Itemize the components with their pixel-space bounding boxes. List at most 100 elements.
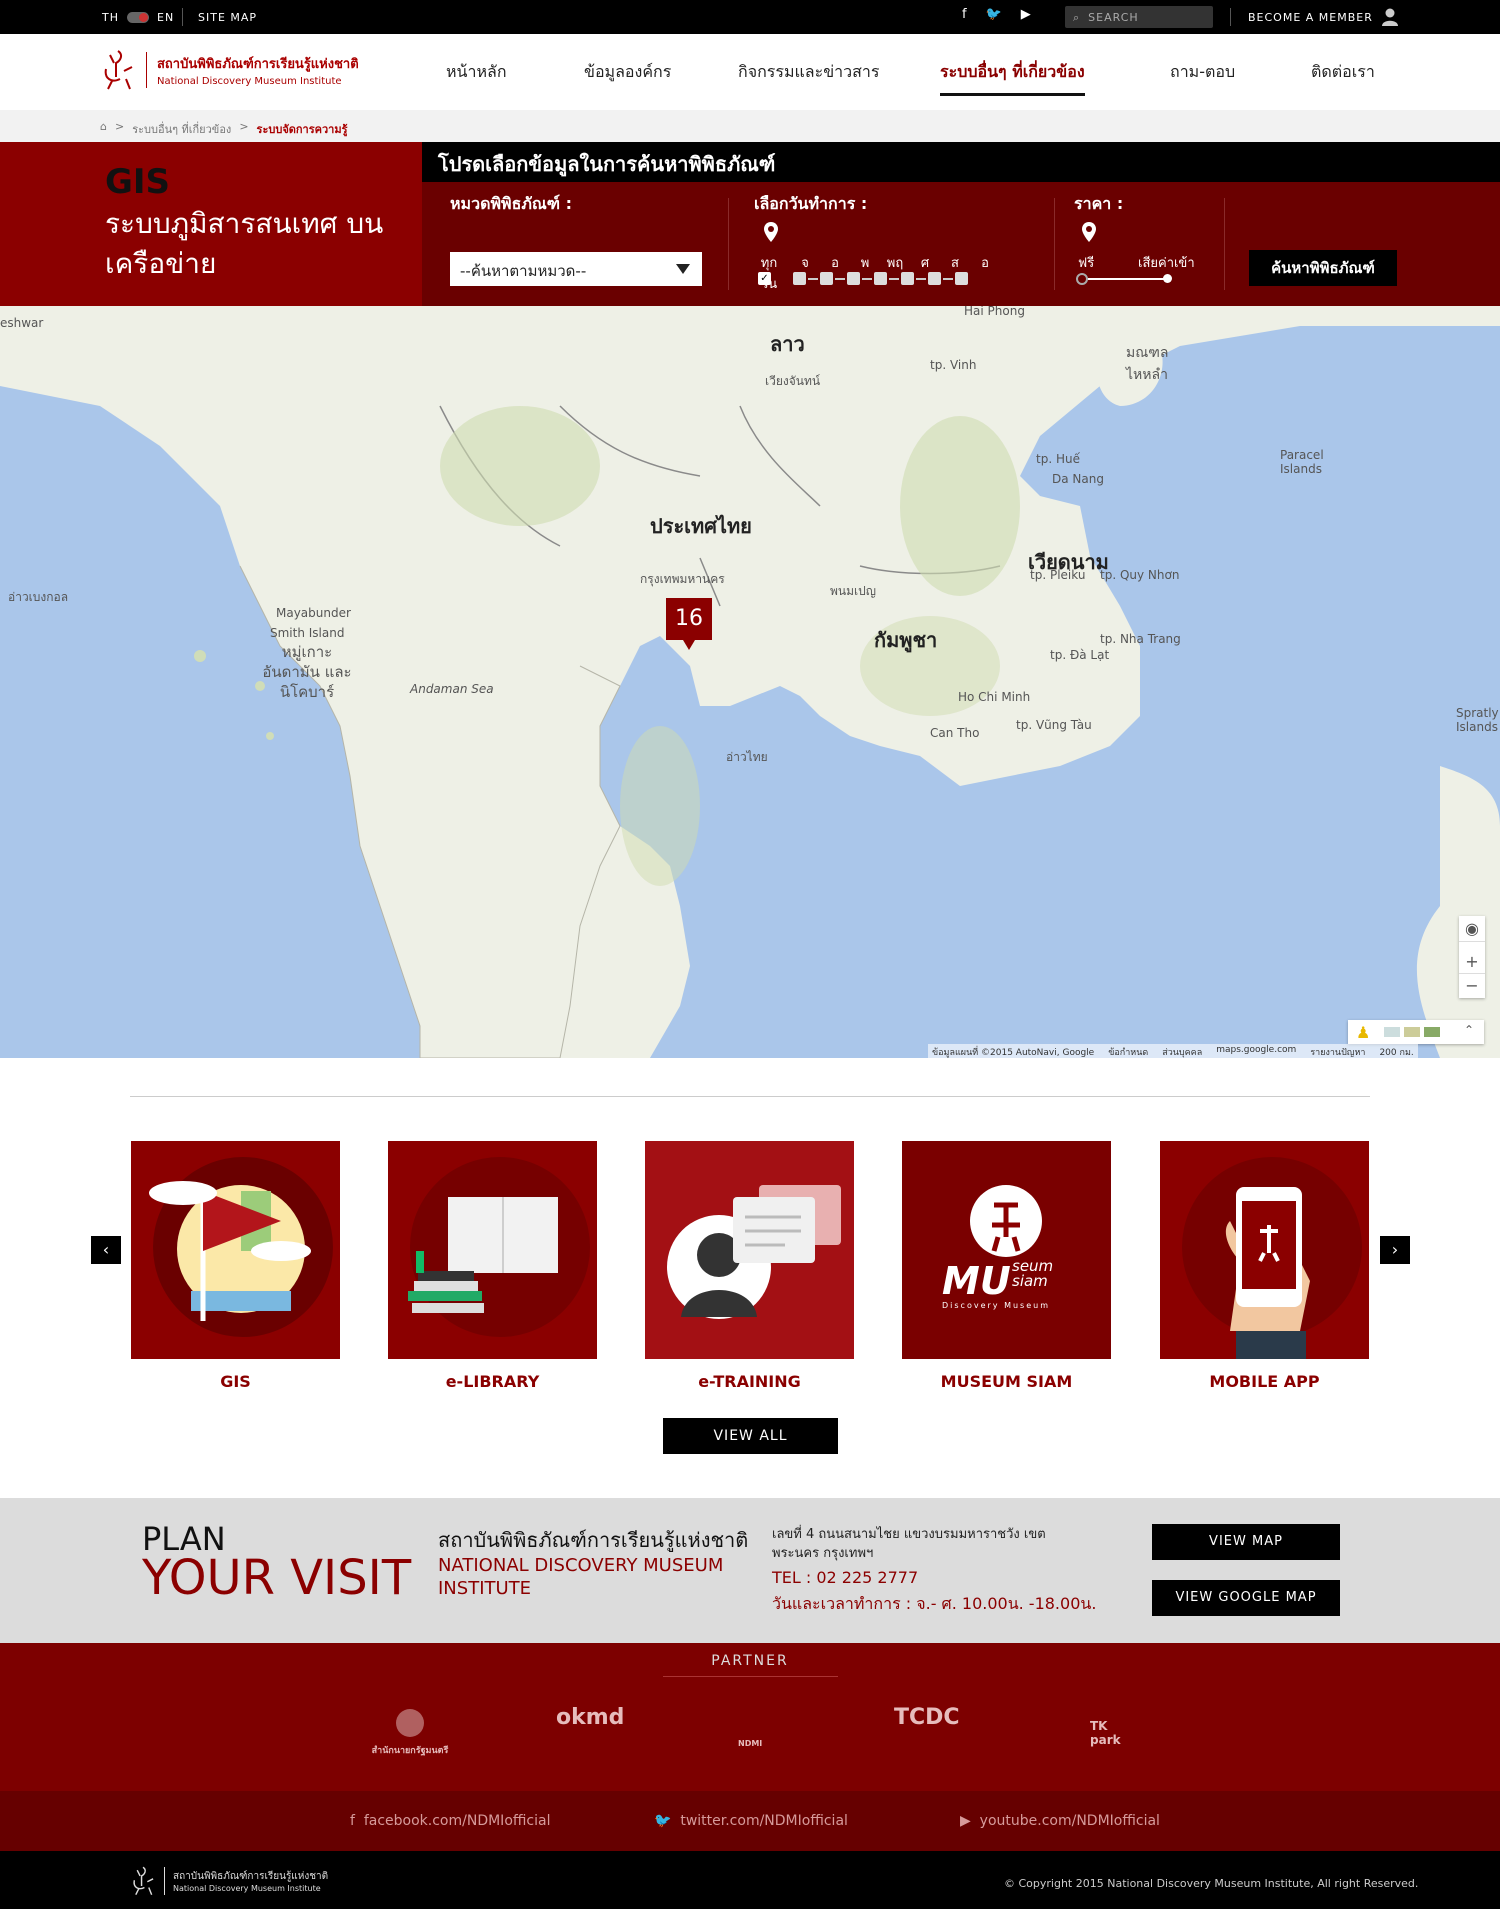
attribution-link[interactable]: รายงานปัญหา <box>1310 1045 1365 1058</box>
social-bar: f facebook.com/NDMIofficial 🐦 twitter.co… <box>0 1791 1500 1851</box>
day-checkbox-all[interactable]: ✓ <box>758 272 771 285</box>
attribution-text: ข้อมูลแผนที่ ©2015 AutoNavi, Google <box>932 1048 1095 1058</box>
facebook-link[interactable]: f facebook.com/NDMIofficial <box>350 1813 550 1829</box>
slider-handle[interactable] <box>1163 274 1172 283</box>
search-museum-button[interactable]: ค้นหาพิพิธภัณฑ์ <box>1249 250 1397 286</box>
partner-title: PARTNER <box>711 1653 789 1669</box>
facebook-icon[interactable]: f <box>962 7 968 22</box>
become-member-link[interactable]: BECOME A MEMBER <box>1248 11 1373 24</box>
map-cluster-marker[interactable]: 16 <box>666 598 712 650</box>
map-label: มณฑล ไหหลำ <box>1126 345 1169 383</box>
service-card-museum-siam[interactable]: MU seum siam Discovery Museum <box>902 1141 1111 1359</box>
institute-name-en: NATIONAL DISCOVERY MUSEUM INSTITUTE <box>438 1555 724 1599</box>
price-free-label: ฟรี <box>1078 256 1095 271</box>
zoom-in-button[interactable]: + <box>1459 950 1485 974</box>
hero-filter: GIS ระบบภูมิสารสนเทศ บนเครือข่าย โปรดเลื… <box>0 142 1500 306</box>
breadcrumb: ⌂ > ระบบอื่นๆ ที่เกี่ยวข้อง > ระบบจัดการ… <box>0 110 1500 142</box>
language-toggle[interactable] <box>127 12 149 23</box>
map-type-thumb[interactable] <box>1384 1027 1400 1037</box>
youtube-link[interactable]: ▶ youtube.com/NDMIofficial <box>960 1813 1160 1829</box>
ndmi-logo-icon <box>133 1866 154 1896</box>
map-type-thumb[interactable] <box>1424 1027 1440 1037</box>
nav-activities[interactable]: กิจกรรมและข่าวสาร <box>738 60 879 85</box>
sitemap-link[interactable]: SITE MAP <box>198 11 257 24</box>
home-icon[interactable]: ⌂ <box>100 120 107 142</box>
map-label: Paracel Islands <box>1280 448 1324 476</box>
day-checkbox[interactable] <box>955 272 968 285</box>
day-checkbox[interactable] <box>847 272 860 285</box>
locate-icon[interactable]: ◉ <box>1459 916 1485 942</box>
attribution-link[interactable]: ส่วนบุคคล <box>1162 1045 1202 1058</box>
map-label: กรุงเทพมหานคร <box>640 572 725 586</box>
map-label: Spratly Islands <box>1456 706 1499 734</box>
breadcrumb-sep: > <box>114 120 125 133</box>
service-label-mobile-app[interactable]: MOBILE APP <box>1160 1372 1369 1391</box>
category-select[interactable]: --ค้นหาตามหมวด-- <box>450 252 702 286</box>
day-checkbox[interactable] <box>901 272 914 285</box>
service-card-elibrary[interactable] <box>388 1141 597 1359</box>
pegman-icon[interactable]: ♟ <box>1356 1023 1370 1042</box>
day-checkbox[interactable] <box>793 272 806 285</box>
map-label: tp. Pleiku <box>1030 568 1086 582</box>
slider-handle[interactable] <box>1076 273 1088 285</box>
service-card-gis[interactable] <box>131 1141 340 1359</box>
day-checkbox[interactable] <box>928 272 941 285</box>
map-label: Andaman Sea <box>410 682 494 696</box>
price-label: ราคา : <box>1074 194 1124 213</box>
service-label-elibrary[interactable]: e-LIBRARY <box>388 1372 597 1391</box>
view-all-button[interactable]: VIEW ALL <box>663 1418 838 1454</box>
language-switch[interactable]: TH EN <box>102 11 174 24</box>
map-type-control[interactable]: ♟ ⌃ <box>1348 1020 1484 1044</box>
day-checkbox[interactable] <box>874 272 887 285</box>
zoom-out-button[interactable]: − <box>1459 974 1485 998</box>
map-type-thumb[interactable] <box>1404 1027 1420 1037</box>
partner-logo-tcdc[interactable]: TCDC <box>894 1705 960 1730</box>
gis-map[interactable]: eshwar ลาว เวียงจันทน์ ประเทศไทย เวียดนา… <box>0 306 1500 1058</box>
partner-logo-opm[interactable]: สำนักนายกรัฐมนตรี <box>370 1709 450 1757</box>
nav-other-systems[interactable]: ระบบอื่นๆ ที่เกี่ยวข้อง <box>940 60 1085 96</box>
map-label: ประเทศไทย <box>650 514 752 538</box>
map-label: พนมเปญ <box>830 584 876 598</box>
breadcrumb-item[interactable]: ระบบอื่นๆ ที่เกี่ยวข้อง <box>132 120 231 142</box>
partner-logo-tkpark[interactable]: TK park <box>1090 1719 1130 1747</box>
search-input[interactable]: ⌕ SEARCH <box>1065 6 1213 28</box>
service-label-gis[interactable]: GIS <box>131 1372 340 1391</box>
chevron-up-icon[interactable]: ⌃ <box>1464 1023 1474 1037</box>
nav-about[interactable]: ข้อมูลองค์กร <box>584 60 671 85</box>
twitter-icon[interactable]: 🐦 <box>986 7 1003 22</box>
site-logo[interactable]: สถาบันพิพิธภัณฑ์การเรียนรู้แห่งชาติ Nati… <box>100 49 359 91</box>
service-card-mobile-app[interactable] <box>1160 1141 1369 1359</box>
attribution-link[interactable]: maps.google.com <box>1216 1045 1296 1058</box>
service-label-etraining[interactable]: e-TRAINING <box>645 1372 854 1391</box>
partner-logo-okmd[interactable]: okmd <box>556 1705 624 1730</box>
map-flag-icon <box>149 1181 311 1321</box>
youtube-icon[interactable]: ▶ <box>1021 7 1032 22</box>
partner-logo-ndmi[interactable]: NDMI <box>738 1739 762 1748</box>
nav-home[interactable]: หน้าหลัก <box>446 60 507 85</box>
attribution-link[interactable]: ข้อกำหนด <box>1108 1045 1148 1058</box>
view-map-button[interactable]: VIEW MAP <box>1152 1524 1340 1560</box>
service-card-etraining[interactable] <box>645 1141 854 1359</box>
map-label: Mayabunder <box>276 606 351 620</box>
lang-th[interactable]: TH <box>102 11 119 24</box>
lang-en[interactable]: EN <box>157 11 174 24</box>
map-land <box>0 306 1500 1058</box>
map-label: Ho Chi Minh <box>958 690 1031 704</box>
twitter-link-text: twitter.com/NDMIofficial <box>680 1813 848 1829</box>
footer-logo[interactable]: สถาบันพิพิธภัณฑ์การเรียนรู้แห่งชาติ Nati… <box>130 1865 328 1897</box>
service-label-museum-siam[interactable]: MUSEUM SIAM <box>902 1372 1111 1391</box>
twitter-link[interactable]: 🐦 twitter.com/NDMIofficial <box>654 1813 848 1829</box>
logo-text-en: National Discovery Museum Institute <box>157 76 342 87</box>
nav-faq[interactable]: ถาม-ตอบ <box>1170 60 1235 85</box>
chevron-down-icon <box>676 264 690 274</box>
price-slider[interactable] <box>1076 273 1172 285</box>
institute-address: เลขที่ 4 ถนนสนามไชย แขวงบรมมหาราชวัง เขต… <box>772 1527 1046 1561</box>
social-links: f 🐦 ▶ <box>962 7 1032 22</box>
user-icon[interactable] <box>1382 8 1398 26</box>
day-checkbox[interactable] <box>820 272 833 285</box>
footer: สถาบันพิพิธภัณฑ์การเรียนรู้แห่งชาติ Nati… <box>0 1851 1500 1909</box>
carousel-prev-button[interactable]: ‹ <box>91 1236 121 1264</box>
carousel-next-button[interactable]: › <box>1380 1236 1410 1264</box>
view-google-map-button[interactable]: VIEW GOOGLE MAP <box>1152 1580 1340 1616</box>
nav-contact[interactable]: ติดต่อเรา <box>1311 60 1375 85</box>
